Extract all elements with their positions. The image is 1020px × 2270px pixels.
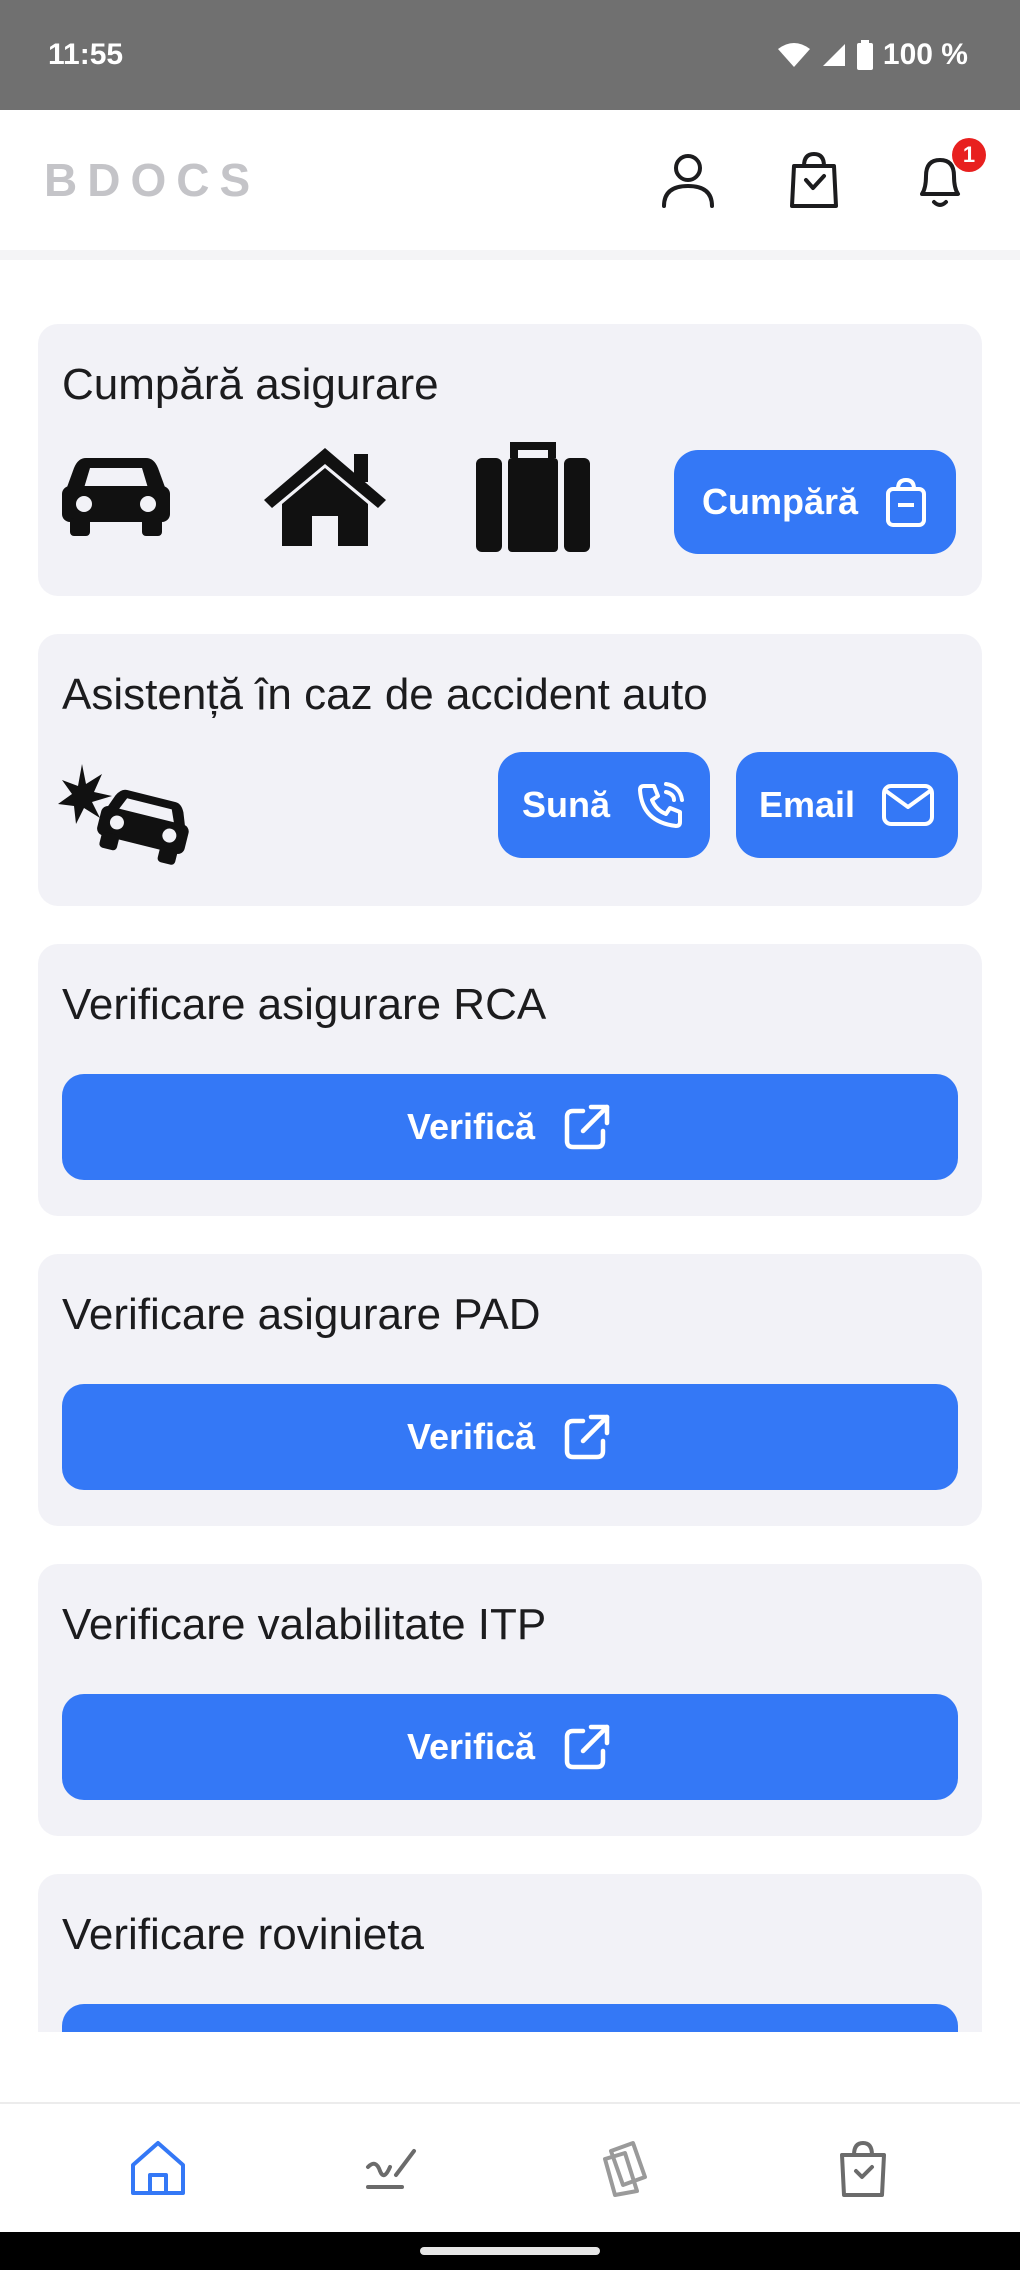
phone-icon — [638, 782, 684, 828]
notifications-button[interactable]: 1 — [908, 138, 986, 212]
email-button[interactable]: Email — [736, 752, 958, 858]
home-icon — [130, 2141, 185, 2195]
buy-insurance-button[interactable]: Cumpără — [674, 450, 956, 554]
call-button[interactable]: Sună — [498, 752, 710, 858]
rovinieta-check-card: Verificare rovinieta — [38, 1874, 982, 2032]
nav-home[interactable] — [118, 2128, 198, 2208]
mail-icon — [882, 784, 935, 826]
pad-check-title: Verificare asigurare PAD — [62, 1290, 541, 1339]
call-button-label: Sună — [521, 784, 610, 825]
external-link-icon — [564, 1104, 610, 1150]
header-actions: 1 — [656, 138, 986, 212]
rca-check-label: Verifică — [406, 1106, 536, 1147]
signature-icon — [365, 2149, 416, 2189]
status-time: 11:55 — [48, 38, 124, 71]
status-bar: 11:55 100 % — [0, 0, 1020, 110]
nav-documents[interactable] — [588, 2128, 668, 2208]
nav-shop[interactable] — [823, 2128, 903, 2208]
documents-icon — [602, 2141, 647, 2197]
bottom-navigation — [0, 2102, 1020, 2232]
brand-logo: BDOCS — [44, 154, 261, 206]
buy-insurance-card: Cumpără asigurare Cumpără — [38, 324, 982, 596]
rovinieta-check-button[interactable] — [62, 2004, 958, 2032]
pad-check-card: Verificare asigurare PAD Verifică — [38, 1254, 982, 1526]
accident-assistance-title: Asistență în caz de accident auto — [62, 670, 708, 719]
itp-check-card: Verificare valabilitate ITP Verifică — [38, 1564, 982, 1836]
shopping-bag-icon — [839, 2141, 886, 2197]
accident-assistance-card: Asistență în caz de accident auto Sună E… — [38, 634, 982, 906]
wifi-icon — [777, 43, 810, 67]
rca-check-card: Verificare asigurare RCA Verifică — [38, 944, 982, 1216]
car-icon — [62, 458, 170, 536]
battery-icon — [856, 40, 873, 70]
house-icon — [264, 448, 386, 546]
external-link-icon — [564, 1414, 610, 1460]
external-link-icon — [564, 1724, 610, 1770]
system-navigation-bar — [0, 2232, 1020, 2270]
rovinieta-check-title: Verificare rovinieta — [62, 1910, 424, 1959]
status-icons: 100 % — [777, 38, 968, 72]
itp-check-button[interactable]: Verifică — [62, 1694, 958, 1800]
email-button-label: Email — [758, 784, 856, 825]
rca-check-title: Verificare asigurare RCA — [62, 980, 547, 1029]
notification-badge: 1 — [952, 138, 986, 172]
app-header: BDOCS 1 — [0, 110, 1020, 250]
profile-icon[interactable] — [656, 148, 720, 212]
header-divider — [0, 250, 1020, 260]
itp-check-label: Verifică — [406, 1726, 536, 1767]
battery-level: 100 % — [882, 38, 968, 71]
bag-icon — [886, 478, 927, 527]
pad-check-label: Verifică — [406, 1416, 536, 1457]
shopping-bag-icon[interactable] — [782, 148, 846, 212]
pad-check-button[interactable]: Verifică — [62, 1384, 958, 1490]
buy-button-label: Cumpără — [701, 481, 859, 522]
luggage-icon — [476, 442, 590, 552]
rca-check-button[interactable]: Verifică — [62, 1074, 958, 1180]
itp-check-title: Verificare valabilitate ITP — [62, 1600, 547, 1649]
buy-insurance-title: Cumpără asigurare — [62, 360, 439, 409]
nav-signature[interactable] — [353, 2128, 433, 2208]
home-indicator[interactable] — [420, 2247, 600, 2255]
main-content[interactable]: Cumpără asigurare Cumpără Asistență în c… — [0, 260, 1020, 2032]
car-crash-icon — [58, 764, 189, 865]
signal-icon — [822, 44, 845, 66]
